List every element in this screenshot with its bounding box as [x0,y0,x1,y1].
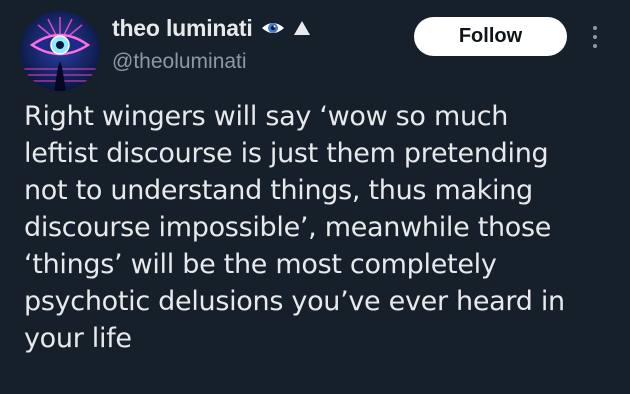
more-dot [593,35,597,39]
tweet-text-line: psychotic delusions you’ve ever heard in [24,286,565,317]
author-handle[interactable]: @theoluminati [112,50,311,74]
tweet-text-line: not to understand things, thus making [24,175,533,206]
tweet-card: theo luminati @theoluminati Follow Right… [0,0,630,394]
tweet-text-line: your life [24,323,132,354]
avatar-eye-image [20,11,100,91]
tweet-text: Right wingers will say ‘wow so much left… [24,98,620,357]
avatar[interactable] [20,11,100,91]
eye-emoji-icon [261,18,285,38]
tweet-text-line: leftist discourse is just them pretendin… [24,138,549,169]
tweet-text-line: discourse impossible’, meanwhile those [24,212,552,243]
tweet-text-line: Right wingers will say ‘wow so much [24,101,509,132]
author-info: theo luminati @theoluminati [112,12,311,74]
display-name[interactable]: theo luminati [112,15,253,42]
follow-button[interactable]: Follow [414,17,567,56]
triangle-up-icon [293,19,311,37]
name-row: theo luminati [112,12,311,44]
tweet-text-line: ‘things’ will be the most completely [24,249,497,280]
more-options-icon[interactable] [588,20,602,54]
more-dot [593,26,597,30]
more-dot [593,44,597,48]
